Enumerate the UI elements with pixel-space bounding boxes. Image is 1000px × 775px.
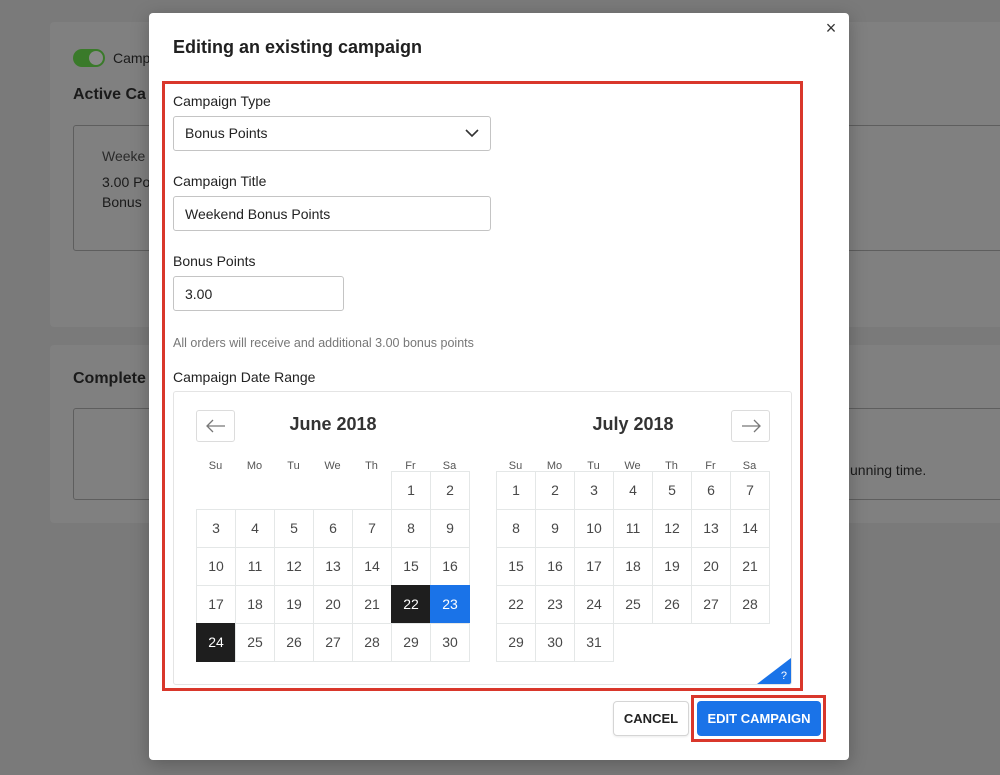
calendar-day[interactable]: 3 [574,471,614,510]
calendar-day[interactable]: 27 [313,623,353,662]
campaign-card-line1: 3.00 Po [102,174,151,190]
campaign-toggle[interactable] [73,49,105,67]
calendar-day[interactable]: 28 [730,585,770,624]
calendar-day[interactable]: 29 [391,623,431,662]
calendar-day[interactable]: 10 [574,509,614,548]
close-icon[interactable]: × [821,18,841,38]
active-campaigns-heading: Active Ca [73,86,146,103]
calendar-day[interactable]: 3 [196,509,236,548]
calendar-day[interactable]: 8 [391,509,431,548]
calendar-day[interactable]: 25 [235,623,275,662]
modal-title: Editing an existing campaign [173,37,423,57]
calendar-day[interactable]: 14 [730,509,770,548]
chevron-down-icon [465,129,479,138]
calendar-day[interactable]: 10 [196,547,236,586]
calendar-day[interactable]: 29 [496,623,536,662]
calendar-day[interactable]: 23 [535,585,575,624]
completed-empty-text: unning time. [850,462,927,478]
weekday-label: Th [365,460,378,472]
calendar-day[interactable]: 2 [535,471,575,510]
calendar-day[interactable]: 11 [235,547,275,586]
calendar-day[interactable]: 4 [235,509,275,548]
calendar-day[interactable]: 7 [730,471,770,510]
calendar-day[interactable]: 13 [691,509,731,548]
calendar-day[interactable]: 25 [613,585,653,624]
calendar-day[interactable]: 23 [430,585,470,624]
campaign-type-select[interactable]: Bonus Points [173,116,491,151]
toggle-label: Camp [113,50,151,66]
month-title: June 2018 [289,414,377,434]
calendar-day[interactable]: 27 [691,585,731,624]
calendar-day[interactable]: 28 [352,623,392,662]
calendar-day[interactable]: 21 [352,585,392,624]
campaign-title-label: Campaign Title [173,173,267,189]
calendar-day[interactable]: 30 [430,623,470,662]
month-title: July 2018 [592,414,674,434]
calendar-day[interactable]: 18 [613,547,653,586]
campaign-type-label: Campaign Type [173,93,271,109]
calendar-day[interactable]: 9 [430,509,470,548]
campaign-card-title: Weeke [102,148,146,164]
calendar-day[interactable]: 7 [352,509,392,548]
calendar-day[interactable]: 6 [691,471,731,510]
calendar-day[interactable]: 17 [196,585,236,624]
date-range-label: Campaign Date Range [173,369,316,385]
calendar-day[interactable]: 1 [391,471,431,510]
completed-campaigns-heading: Complete [73,370,146,387]
cancel-button[interactable]: CANCEL [613,701,689,736]
bonus-points-help-text: All orders will receive and additional 3… [173,336,474,350]
edit-campaign-button[interactable]: EDIT CAMPAIGN [697,701,821,736]
calendar-day[interactable]: 14 [352,547,392,586]
calendar-day[interactable]: 12 [274,547,314,586]
calendar-day[interactable]: 15 [496,547,536,586]
calendar-day[interactable]: 31 [574,623,614,662]
weekday-label: We [324,460,341,472]
calendar-day[interactable]: 26 [274,623,314,662]
calendar-day[interactable]: 19 [652,547,692,586]
calendar-day[interactable]: 5 [274,509,314,548]
edit-campaign-modal: Editing an existing campaign × Campaign … [149,13,849,760]
weekday-label: Tu [287,460,300,472]
weekday-label: Mo [246,460,263,472]
calendar-day[interactable]: 11 [613,509,653,548]
calendar-day[interactable]: 13 [313,547,353,586]
calendar-day[interactable]: 20 [691,547,731,586]
calendar-day[interactable]: 19 [274,585,314,624]
calendar-day[interactable]: 18 [235,585,275,624]
bonus-points-input[interactable] [173,276,344,311]
calendar-day[interactable]: 24 [196,623,236,662]
calendar-day[interactable]: 5 [652,471,692,510]
calendar-day[interactable]: 8 [496,509,536,548]
campaign-type-value: Bonus Points [185,125,268,141]
calendar-day[interactable]: 15 [391,547,431,586]
weekday-label: Su [208,460,223,472]
calendar-day[interactable]: 9 [535,509,575,548]
calendar-day[interactable]: 30 [535,623,575,662]
calendar-day[interactable]: 22 [391,585,431,624]
calendar-day[interactable]: 16 [430,547,470,586]
calendar-day[interactable]: 26 [652,585,692,624]
calendar-day[interactable]: 22 [496,585,536,624]
calendar-day[interactable]: 24 [574,585,614,624]
bonus-points-label: Bonus Points [173,253,256,269]
calendar-day[interactable]: 20 [313,585,353,624]
calendar-day[interactable]: 1 [496,471,536,510]
calendar-day[interactable]: 16 [535,547,575,586]
campaign-title-input[interactable] [173,196,491,231]
calendar-day[interactable]: 12 [652,509,692,548]
calendar-day[interactable]: 21 [730,547,770,586]
calendar-day[interactable]: 17 [574,547,614,586]
date-range-calendar: June 2018 Su Mo Tu We Th Fr Sa 1 2 3 4 5 6 7 8 9 10 11 12… [173,391,792,685]
calendar-day[interactable]: 2 [430,471,470,510]
calendar-day[interactable]: 6 [313,509,353,548]
campaign-card-line2: Bonus [102,194,142,210]
help-glyph: ? [780,670,787,682]
calendar-day[interactable]: 4 [613,471,653,510]
